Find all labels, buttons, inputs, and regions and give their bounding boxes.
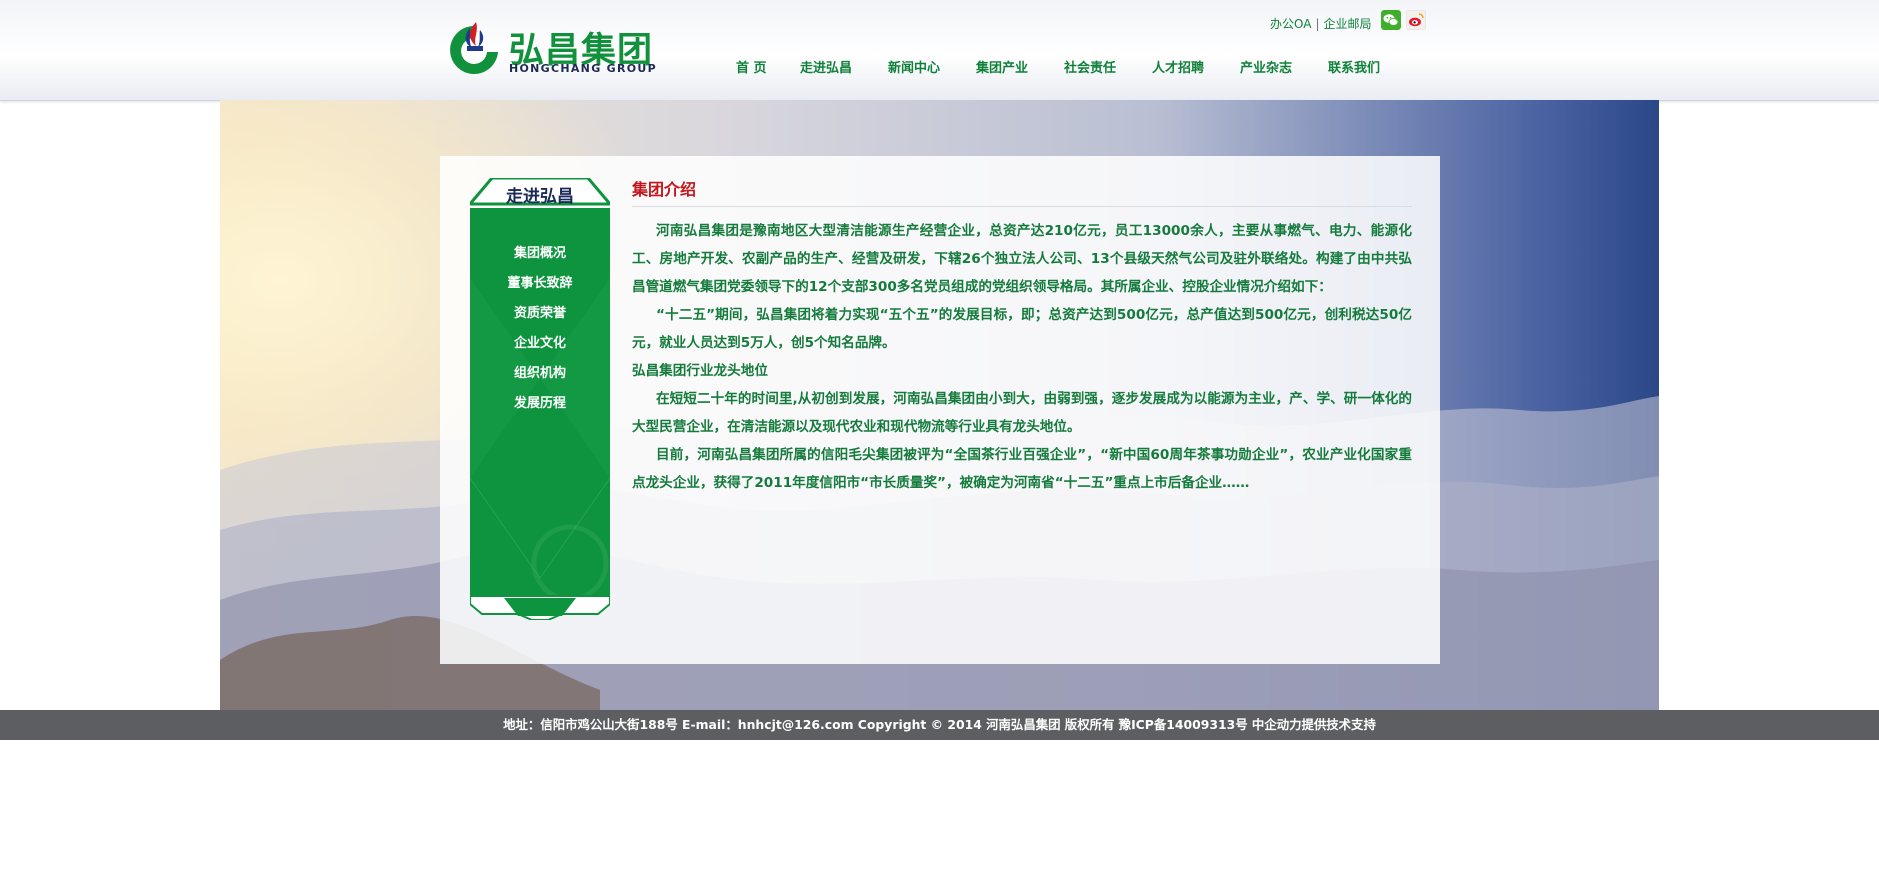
sidebar-item-culture[interactable]: 企业文化 <box>470 332 610 351</box>
article-title: 集团介绍 <box>632 178 1412 207</box>
top-links: 办公OA | 企业邮局 <box>1270 15 1372 32</box>
site-header: 弘昌集团 HONGCHANG GROUP 办公OA | 企业邮局 首 页 走进弘昌 … <box>0 0 1879 101</box>
logo-emblem-icon <box>450 22 498 74</box>
article: 集团介绍 河南弘昌集团是豫南地区大型清洁能源生产经营企业，总资产达210亿元，员… <box>632 178 1412 497</box>
weibo-icon[interactable] <box>1406 10 1426 30</box>
top-link-separator: | <box>1315 17 1320 31</box>
sidebar: 走进弘昌 集团概况 董事长致辞 资质荣誉 企业文化 组织机构 发展历程 <box>470 178 610 620</box>
sidebar-item-history[interactable]: 发展历程 <box>470 392 610 411</box>
sidebar-title: 走进弘昌 <box>506 187 574 207</box>
sidebar-item-chairman-speech[interactable]: 董事长致辞 <box>470 272 610 291</box>
logo-english-name: HONGCHANG GROUP <box>509 62 657 75</box>
article-paragraph: 河南弘昌集团是豫南地区大型清洁能源生产经营企业，总资产达210亿元，员工1300… <box>632 223 1412 295</box>
nav-item-contact[interactable]: 联系我们 <box>1328 57 1380 76</box>
nav-item-home[interactable]: 首 页 <box>736 57 767 76</box>
nav-item-industry[interactable]: 集团产业 <box>976 57 1028 76</box>
sidebar-item-organization[interactable]: 组织机构 <box>470 362 610 381</box>
wechat-icon[interactable] <box>1381 10 1401 30</box>
sidebar-item-honors[interactable]: 资质荣誉 <box>470 302 610 321</box>
mail-link[interactable]: 企业邮局 <box>1324 17 1372 31</box>
nav-item-news[interactable]: 新闻中心 <box>888 57 940 76</box>
article-paragraph: “十二五”期间，弘昌集团将着力实现“五个五”的发展目标，即；总资产达到500亿元… <box>632 307 1412 351</box>
footer-text: 地址：信阳市鸡公山大街188号 E-mail：hnhcjt@126.com Co… <box>503 717 1376 732</box>
article-paragraph: 目前，河南弘昌集团所属的信阳毛尖集团被评为“全国茶行业百强企业”，“新中国60周… <box>632 447 1412 491</box>
nav-item-responsibility[interactable]: 社会责任 <box>1064 57 1116 76</box>
nav-item-careers[interactable]: 人才招聘 <box>1152 57 1204 76</box>
article-subheading: 弘昌集团行业龙头地位 <box>632 363 768 379</box>
oa-link[interactable]: 办公OA <box>1270 17 1311 31</box>
site-footer: 地址：信阳市鸡公山大街188号 E-mail：hnhcjt@126.com Co… <box>0 710 1879 740</box>
nav-item-about[interactable]: 走进弘昌 <box>800 57 852 76</box>
article-paragraph: 在短短二十年的时间里,从初创到发展，河南弘昌集团由小到大，由弱到强，逐步发展成为… <box>632 391 1412 435</box>
nav-item-magazine[interactable]: 产业杂志 <box>1240 57 1292 76</box>
logo[interactable]: 弘昌集团 HONGCHANG GROUP <box>443 18 658 80</box>
sidebar-item-overview[interactable]: 集团概况 <box>470 242 610 261</box>
